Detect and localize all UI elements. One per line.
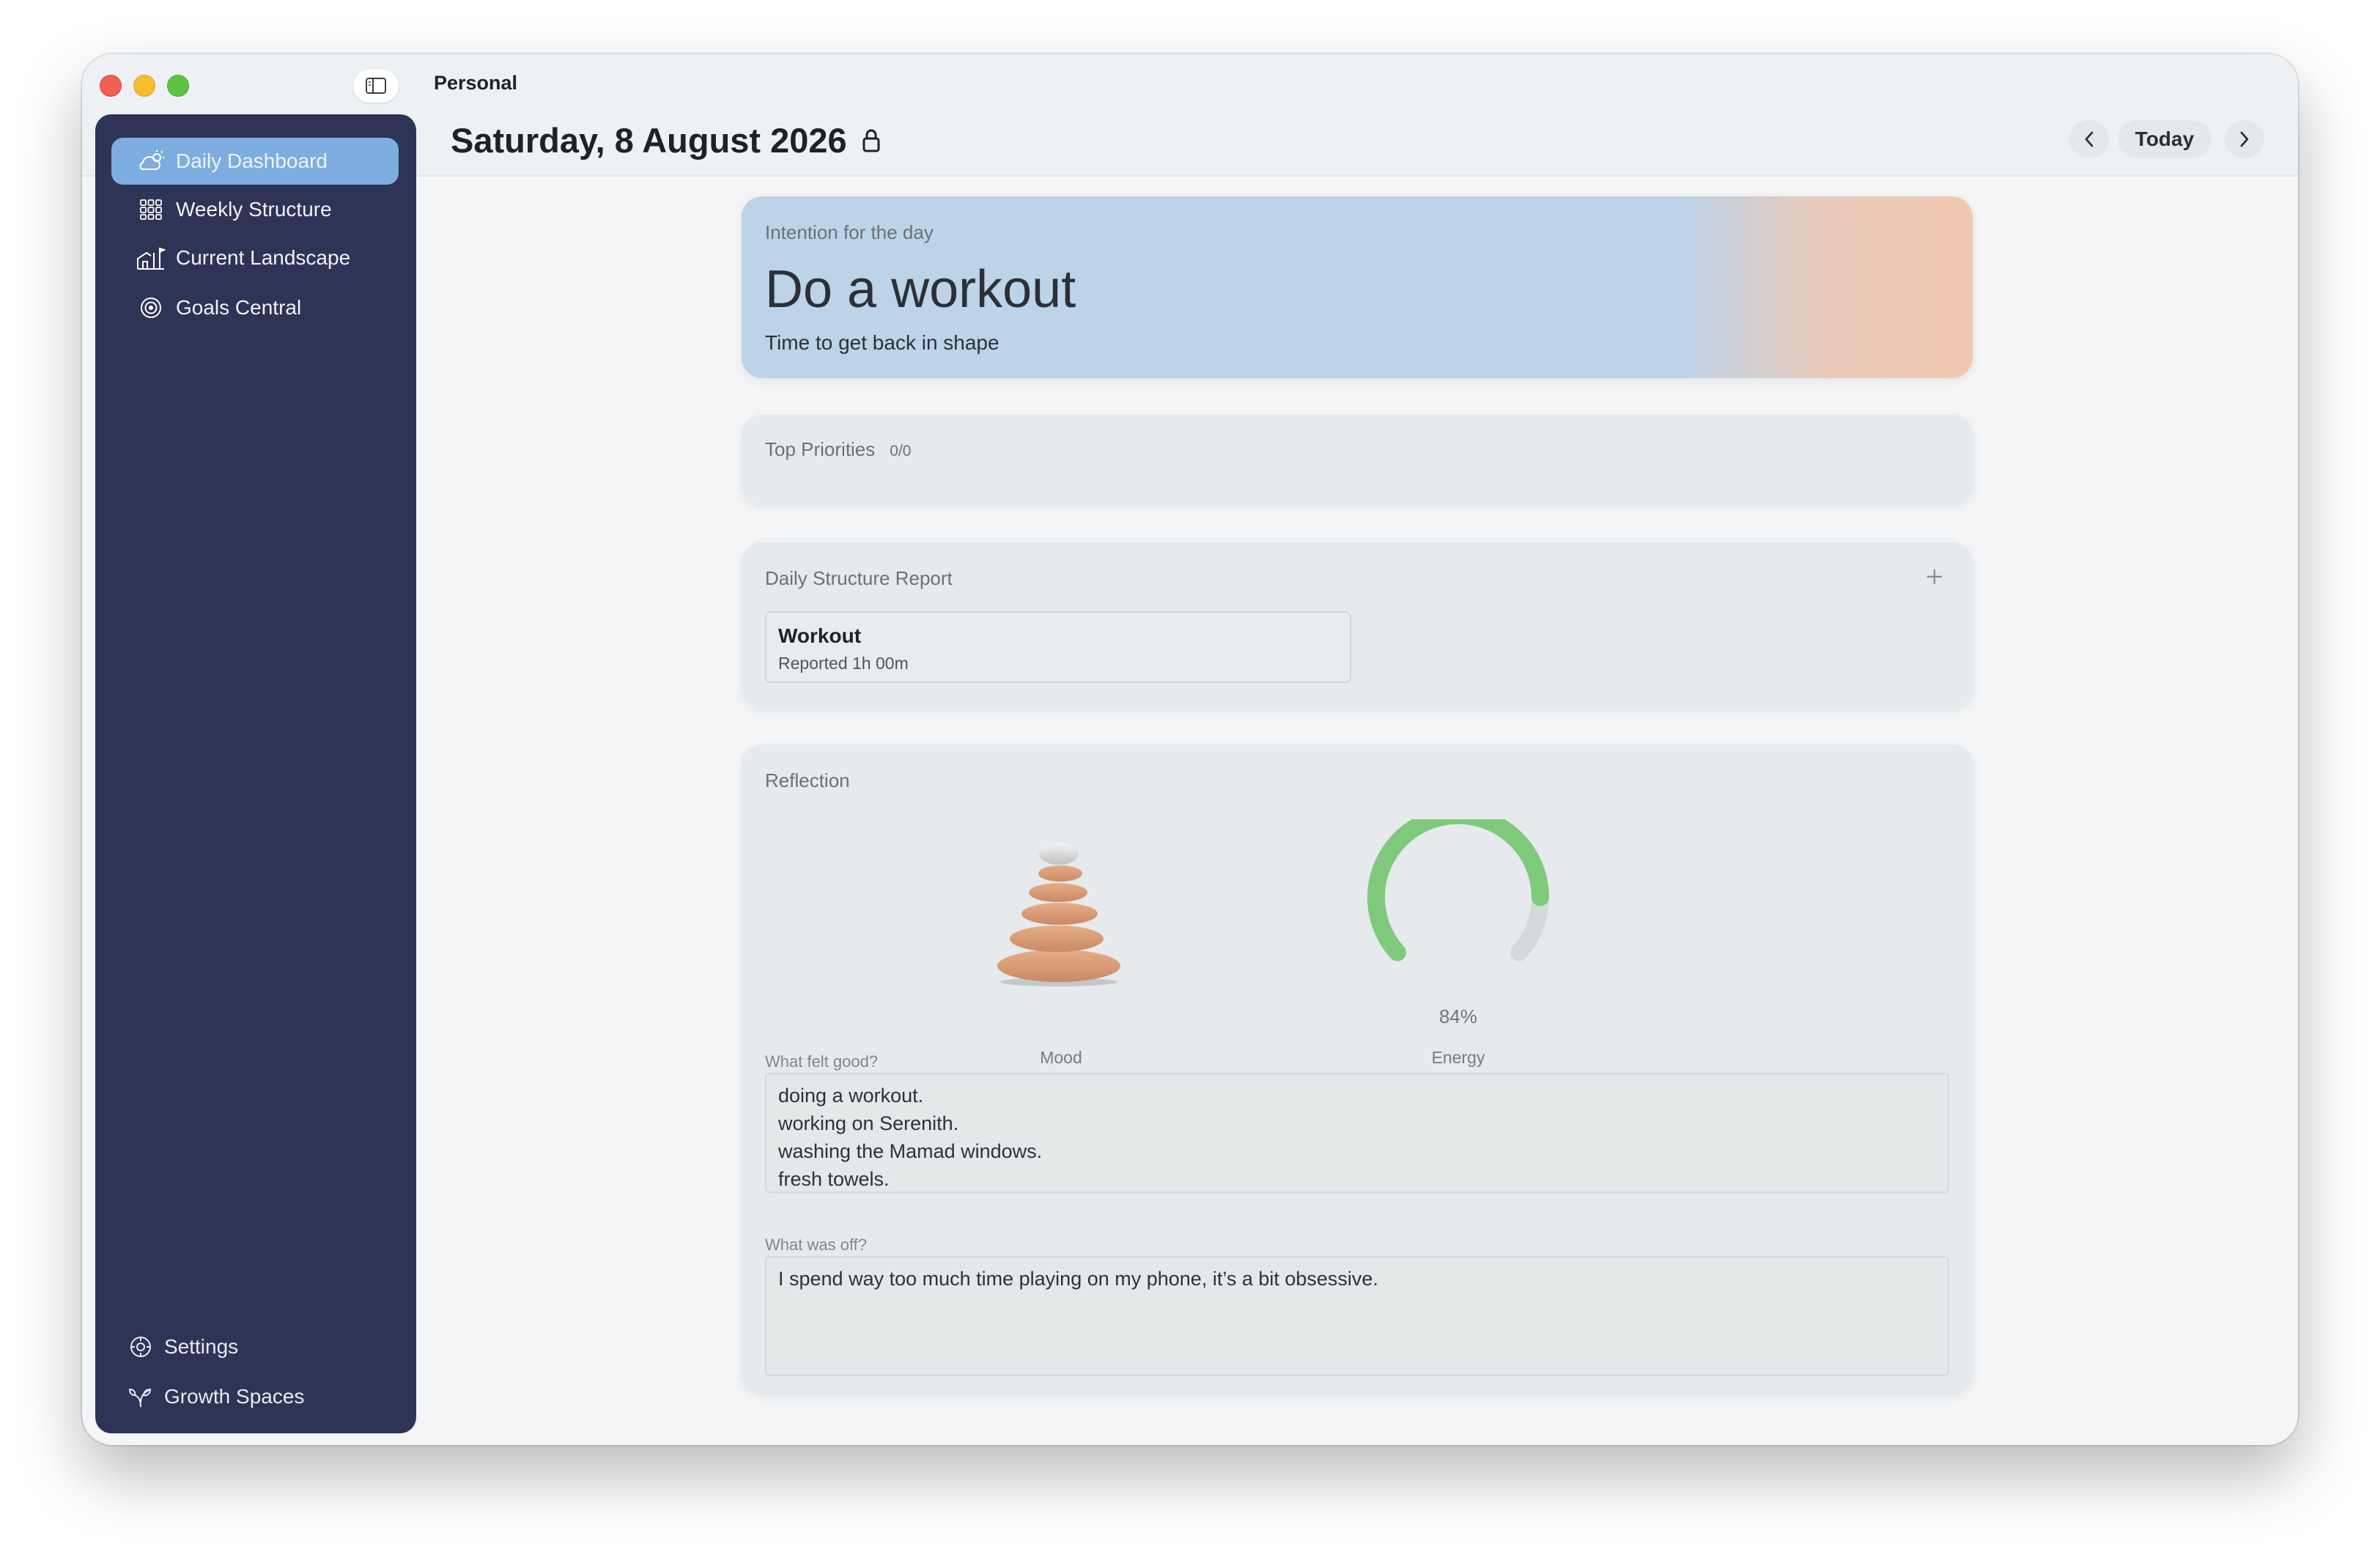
- priorities-count: 0/0: [890, 443, 912, 459]
- plus-icon: [1927, 569, 1942, 584]
- sidebar-item-label: Goals Central: [176, 296, 302, 319]
- energy-gauge[interactable]: [1363, 819, 1553, 980]
- felt-good-line: fresh towels.: [778, 1168, 890, 1190]
- was-off-text: I spend way too much time playing on my …: [778, 1268, 1378, 1290]
- report-label: Daily Structure Report: [765, 567, 953, 589]
- intention-title: Do a workout: [765, 260, 1076, 319]
- sidebar-item-settings[interactable]: Settings: [128, 1334, 238, 1360]
- lock-icon[interactable]: [862, 128, 881, 153]
- felt-good-line: washing the Mamad windows.: [778, 1140, 1043, 1162]
- sidebar-item-label: Settings: [164, 1335, 239, 1358]
- landscape-flag-icon: [136, 243, 166, 273]
- daily-structure-report-card: Daily Structure Report Workout Reported …: [742, 542, 1973, 708]
- sidebar-item-label: Growth Spaces: [164, 1385, 305, 1408]
- grid-icon: [136, 195, 166, 224]
- page-title: Saturday, 8 August 2026: [451, 120, 881, 160]
- intention-card[interactable]: Intention for the day Do a workout Time …: [742, 196, 1973, 378]
- was-off-textarea[interactable]: I spend way too much time playing on my …: [765, 1256, 1949, 1376]
- felt-good-label: What felt good?: [765, 1052, 879, 1071]
- sun-cloud-icon: [136, 147, 166, 176]
- previous-day-button[interactable]: [2069, 120, 2109, 158]
- today-button[interactable]: Today: [2118, 120, 2211, 158]
- minimize-window-button[interactable]: [133, 75, 155, 97]
- app-window: Personal Saturday, 8 August 2026 Today D…: [82, 54, 2298, 1445]
- energy-percent: 84%: [1438, 1005, 1478, 1027]
- top-priorities-label: Top Priorities: [765, 438, 876, 460]
- report-item-name: Workout: [778, 624, 862, 647]
- intention-label: Intention for the day: [765, 221, 934, 243]
- sidebar-item-label: Weekly Structure: [176, 198, 332, 221]
- felt-good-line: working on Serenith.: [778, 1112, 959, 1134]
- energy-label: Energy: [1431, 1048, 1485, 1067]
- sidebar-item-weekly-structure[interactable]: Weekly Structure: [111, 186, 399, 233]
- sprout-icon: [128, 1384, 154, 1410]
- report-item-meta: Reported 1h 00m: [778, 654, 909, 673]
- mood-label: Mood: [1040, 1048, 1082, 1067]
- sidebar-item-current-landscape[interactable]: Current Landscape: [111, 234, 399, 281]
- close-window-button[interactable]: [100, 75, 122, 97]
- zoom-window-button[interactable]: [167, 75, 189, 97]
- add-report-button[interactable]: [1926, 563, 1943, 591]
- felt-good-textarea[interactable]: doing a workout. working on Serenith. wa…: [765, 1073, 1949, 1193]
- next-day-button[interactable]: [2225, 120, 2264, 158]
- felt-good-line: doing a workout.: [778, 1085, 924, 1107]
- sidebar-item-growth-spaces[interactable]: Growth Spaces: [128, 1384, 304, 1410]
- window-title: Personal: [434, 72, 518, 94]
- sidebar-item-goals-central[interactable]: Goals Central: [111, 284, 399, 331]
- intention-subtitle: Time to get back in shape: [765, 331, 999, 354]
- top-priorities-heading: Top Priorities 0/0: [765, 438, 911, 461]
- sidebar-item-label: Daily Dashboard: [176, 149, 328, 172]
- sidebar-item-label: Current Landscape: [176, 246, 351, 269]
- chevron-right-icon: [2240, 131, 2249, 147]
- top-priorities-card[interactable]: Top Priorities 0/0: [742, 415, 1973, 504]
- report-item[interactable]: Workout Reported 1h 00m: [765, 611, 1351, 683]
- reflection-card: Reflection Mood 84% Energy What felt goo…: [742, 745, 1973, 1394]
- sidebar-toggle-button[interactable]: [353, 69, 399, 103]
- date-label: Saturday, 8 August 2026: [451, 121, 847, 160]
- gear-icon: [128, 1334, 154, 1360]
- sidebar: Daily Dashboard Weekly Structure Current…: [95, 114, 416, 1433]
- target-icon: [136, 293, 166, 322]
- chevron-left-icon: [2085, 131, 2093, 147]
- was-off-label: What was off?: [765, 1235, 867, 1254]
- reflection-label: Reflection: [765, 769, 850, 791]
- sidebar-item-daily-dashboard[interactable]: Daily Dashboard: [111, 138, 399, 185]
- mood-stones-icon[interactable]: [989, 830, 1128, 988]
- sidebar-icon: [366, 78, 386, 94]
